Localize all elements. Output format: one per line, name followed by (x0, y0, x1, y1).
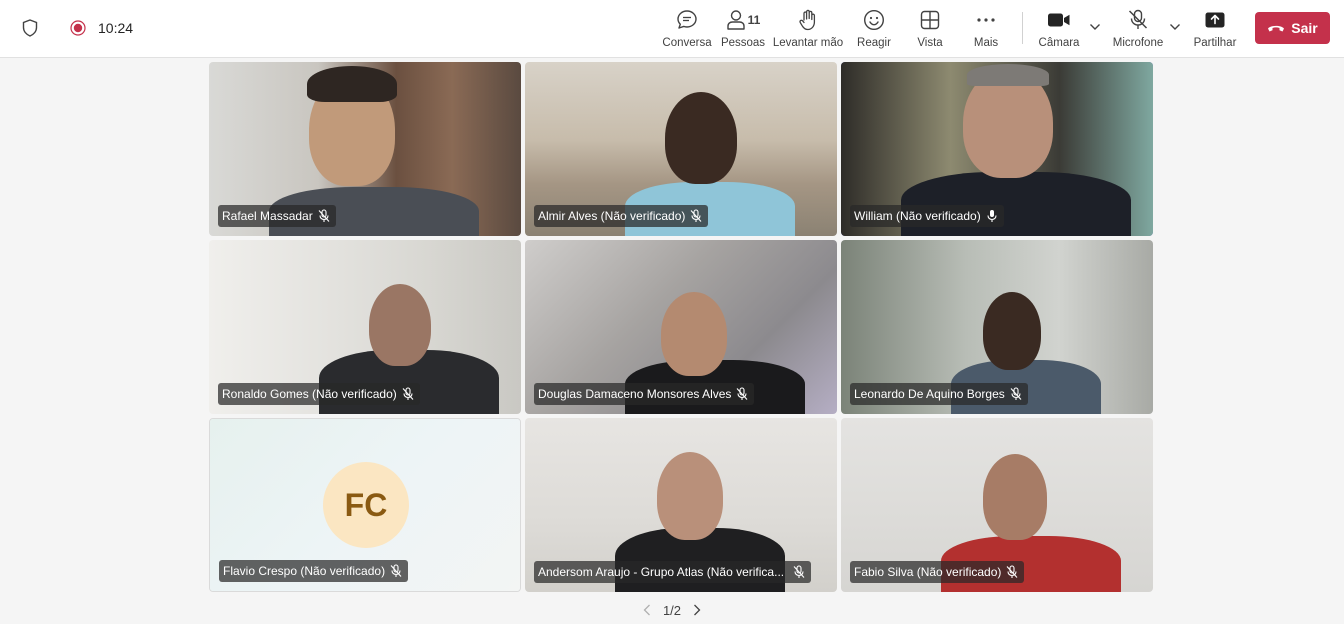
more-button[interactable]: Mais (970, 8, 1002, 52)
shield-icon[interactable] (20, 18, 40, 38)
participant-name: William (Não verificado) (854, 209, 981, 223)
participant-nametag: Almir Alves (Não verificado) (534, 205, 709, 227)
mic-muted-icon (690, 209, 702, 223)
mic-muted-icon (390, 564, 402, 578)
meeting-status: 10:24 (20, 0, 133, 56)
toolbar-divider (1022, 12, 1023, 44)
participant-name: Almir Alves (Não verificado) (538, 209, 686, 223)
camera-options-chevron-icon[interactable] (1088, 20, 1102, 34)
people-icon-wrap: 11 (726, 8, 761, 32)
grid-view-icon (920, 8, 940, 32)
share-icon (1204, 8, 1226, 32)
view-button[interactable]: Vista (914, 8, 946, 52)
participant-tile[interactable]: Douglas Damaceno Monsores Alves (525, 240, 837, 414)
raise-hand-label: Levantar mão (772, 37, 844, 49)
avatar: FC (323, 462, 409, 548)
participant-hair (967, 64, 1049, 86)
participant-nametag: Andersom Araujo - Grupo Atlas (Não verif… (534, 561, 812, 583)
mic-on-icon (986, 209, 998, 223)
participant-tile[interactable]: Fabio Silva (Não verificado) (841, 418, 1153, 592)
participant-nametag: Leonardo De Aquino Borges (850, 383, 1028, 405)
camera-label: Câmara (1038, 37, 1080, 49)
people-button[interactable]: 11 Pessoas (720, 8, 766, 52)
mic-off-icon (1127, 8, 1149, 32)
mic-muted-icon (318, 209, 330, 223)
video-grid: Rafael Massadar Almir Alves (Não verific… (209, 62, 1153, 592)
participant-tile-active-speaker[interactable]: William (Não verificado) (841, 62, 1153, 236)
microphone-label: Microfone (1112, 37, 1164, 49)
participant-face (657, 452, 723, 540)
participant-tile[interactable]: Almir Alves (Não verificado) (525, 62, 837, 236)
previous-page-chevron-icon[interactable] (637, 600, 657, 620)
people-count: 11 (747, 13, 761, 27)
chat-icon (676, 8, 698, 32)
participant-name: Andersom Araujo - Grupo Atlas (Não verif… (538, 565, 785, 579)
gallery-pager: 1/2 (0, 596, 1344, 624)
raise-hand-button[interactable]: Levantar mão (772, 8, 844, 52)
participant-face (661, 292, 727, 376)
chat-label: Conversa (662, 37, 712, 49)
participant-nametag: Flavio Crespo (Não verificado) (219, 560, 409, 582)
participant-nametag: Fabio Silva (Não verificado) (850, 561, 1025, 583)
record-icon (68, 18, 88, 38)
share-label: Partilhar (1193, 37, 1237, 49)
participant-name: Douglas Damaceno Monsores Alves (538, 387, 732, 401)
leave-label: Sair (1291, 20, 1318, 36)
next-page-chevron-icon[interactable] (687, 600, 707, 620)
participant-face (983, 292, 1041, 370)
participant-tile-camera-off[interactable]: FC Flavio Crespo (Não verificado) (209, 418, 521, 592)
participant-tile[interactable]: Leonardo De Aquino Borges (841, 240, 1153, 414)
view-label: Vista (917, 37, 943, 49)
participant-nametag: Douglas Damaceno Monsores Alves (534, 383, 755, 405)
mic-muted-icon (402, 387, 414, 401)
participant-nametag: Rafael Massadar (218, 205, 336, 227)
participant-name: Leonardo De Aquino Borges (854, 387, 1005, 401)
participant-face (369, 284, 431, 366)
smiley-icon (863, 8, 885, 32)
participant-nametag: Ronaldo Gomes (Não verificado) (218, 383, 420, 405)
more-icon (976, 8, 996, 32)
mic-muted-icon (793, 565, 805, 579)
participant-nametag: William (Não verificado) (850, 205, 1004, 227)
participant-name: Fabio Silva (Não verificado) (854, 565, 1002, 579)
mic-muted-icon (1010, 387, 1022, 401)
participant-face (983, 454, 1047, 540)
microphone-button[interactable]: Microfone (1111, 8, 1165, 52)
camera-button[interactable]: Câmara (1039, 8, 1079, 52)
people-label: Pessoas (720, 37, 766, 49)
mic-muted-icon (1006, 565, 1018, 579)
people-icon (726, 10, 745, 30)
react-label: Reagir (857, 37, 891, 49)
participant-tile[interactable]: Andersom Araujo - Grupo Atlas (Não verif… (525, 418, 837, 592)
meeting-toolbar: 10:24 Conversa 11 Pessoas Levantar mão R… (0, 0, 1344, 58)
mic-muted-icon (736, 387, 748, 401)
share-button[interactable]: Partilhar (1193, 8, 1237, 52)
react-button[interactable]: Reagir (857, 8, 891, 52)
more-label: Mais (973, 37, 999, 49)
participant-face (665, 92, 737, 184)
participant-tile[interactable]: Rafael Massadar (209, 62, 521, 236)
camera-icon (1047, 8, 1071, 32)
page-indicator: 1/2 (662, 602, 682, 618)
hand-icon (798, 8, 818, 32)
mic-options-chevron-icon[interactable] (1168, 20, 1182, 34)
leave-button[interactable]: Sair (1255, 12, 1330, 44)
participant-name: Ronaldo Gomes (Não verificado) (222, 387, 397, 401)
participant-tile[interactable]: Ronaldo Gomes (Não verificado) (209, 240, 521, 414)
participant-name: Flavio Crespo (Não verificado) (223, 564, 386, 578)
hang-up-icon (1268, 25, 1285, 32)
meeting-timer: 10:24 (98, 20, 134, 36)
participant-hair (307, 66, 397, 102)
participant-name: Rafael Massadar (222, 209, 313, 223)
chat-button[interactable]: Conversa (662, 8, 712, 52)
